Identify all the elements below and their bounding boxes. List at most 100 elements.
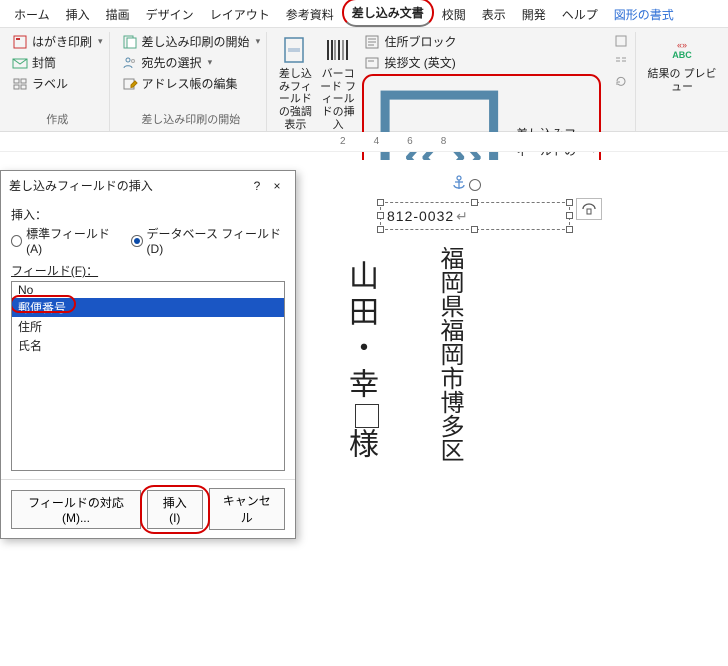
hagaki-print-label: はがき印刷 xyxy=(32,33,92,50)
highlight-fields-icon xyxy=(279,34,311,66)
list-item-postal[interactable]: 郵便番号 xyxy=(12,298,284,317)
radio-database-label: データベース フィールド(D) xyxy=(147,225,285,256)
address-block-icon xyxy=(364,34,380,50)
resize-handle[interactable] xyxy=(377,199,384,206)
insert-button[interactable]: 挿入(I) xyxy=(147,490,203,529)
recipients-icon xyxy=(122,55,138,71)
help-button[interactable]: ? xyxy=(247,179,267,193)
horizontal-ruler[interactable]: 2 4 6 8 xyxy=(0,132,728,152)
update-labels-icon xyxy=(613,73,629,89)
group-write-fields: 差し込みフィールド の強調表示 バーコード フィールドの挿入 住所ブロック 挨拶… xyxy=(273,32,636,131)
preview-results-button[interactable]: «»ABC 結果の プレビュー xyxy=(646,32,718,93)
update-labels-button[interactable] xyxy=(611,72,631,90)
hagaki-icon xyxy=(12,34,28,50)
dialog-titlebar[interactable]: 差し込みフィールドの挿入 ? × xyxy=(1,171,295,200)
radio-address-label: 標準フィールド(A) xyxy=(26,225,117,256)
group-create-caption: 作成 xyxy=(10,109,105,129)
label-icon xyxy=(12,76,28,92)
preview-results-label: 結果の プレビュー xyxy=(646,68,718,93)
fields-list-label: フィールド(F)： xyxy=(11,262,285,279)
radio-unchecked-icon xyxy=(11,235,22,247)
document-canvas[interactable]: 812-0032↵ 福岡県福岡市博多区 山田・幸様 xyxy=(330,160,718,536)
list-item[interactable]: 氏名 xyxy=(12,336,284,355)
barcode-icon xyxy=(322,34,354,66)
tab-insert[interactable]: 挿入 xyxy=(58,2,98,27)
barcode-field-label: バーコード フィールドの挿入 xyxy=(320,68,357,131)
list-item[interactable]: No xyxy=(12,282,284,298)
fields-listbox[interactable]: No 郵便番号 住所 氏名 xyxy=(11,281,285,471)
label-button[interactable]: ラベル xyxy=(10,74,105,93)
tab-draw[interactable]: 描画 xyxy=(98,2,138,27)
tab-design[interactable]: デザイン xyxy=(138,2,202,27)
ruler-tick: 8 xyxy=(441,136,449,147)
name-placeholder-box xyxy=(355,404,379,428)
rotate-handle[interactable] xyxy=(469,179,481,191)
tab-mailings[interactable]: 差し込み文書 xyxy=(342,0,434,27)
name-suffix: 様 xyxy=(344,428,377,464)
group-preview: «»ABC 結果の プレビュー xyxy=(642,32,722,131)
group-start-merge: 差し込み印刷の開始 宛先の選択 アドレス帳の編集 差し込み印刷の開始 xyxy=(116,32,268,131)
greeting-icon xyxy=(364,55,380,71)
group-start-merge-caption: 差し込み印刷の開始 xyxy=(120,109,263,129)
highlight-fields-label: 差し込みフィールド の強調表示 xyxy=(277,68,314,131)
rules-icon xyxy=(613,33,629,49)
resize-handle[interactable] xyxy=(471,199,478,206)
tab-shape-format[interactable]: 図形の書式 xyxy=(606,2,682,27)
envelope-label: 封筒 xyxy=(32,54,56,71)
resize-handle[interactable] xyxy=(377,212,384,219)
edit-list-button[interactable]: アドレス帳の編集 xyxy=(120,74,263,93)
cancel-button[interactable]: キャンセル xyxy=(209,488,285,530)
tab-review[interactable]: 校閲 xyxy=(434,2,474,27)
ruler-tick: 4 xyxy=(374,136,382,147)
ribbon: はがき印刷 封筒 ラベル 作成 差し込み印刷の開始 xyxy=(0,28,728,132)
preview-icon: «»ABC xyxy=(666,34,698,66)
resize-handle[interactable] xyxy=(566,226,573,233)
resize-handle[interactable] xyxy=(566,199,573,206)
match-fields-dialog-button[interactable]: フィールドの対応(M)... xyxy=(11,490,141,529)
ruler-tick: 6 xyxy=(407,136,415,147)
tab-developer[interactable]: 開発 xyxy=(514,2,554,27)
layout-options-button[interactable] xyxy=(576,198,602,220)
group-create: はがき印刷 封筒 ラベル 作成 xyxy=(6,32,110,131)
select-recipients-button[interactable]: 宛先の選択 xyxy=(120,53,263,72)
start-merge-button[interactable]: 差し込み印刷の開始 xyxy=(120,32,263,51)
recipient-name-text[interactable]: 山田・幸様 xyxy=(338,260,382,660)
radio-address-fields[interactable]: 標準フィールド(A) xyxy=(11,225,117,256)
edit-list-label: アドレス帳の編集 xyxy=(142,75,238,92)
radio-database-fields[interactable]: データベース フィールド(D) xyxy=(131,225,285,256)
tab-home[interactable]: ホーム xyxy=(6,2,58,27)
tab-help[interactable]: ヘルプ xyxy=(554,2,606,27)
tab-layout[interactable]: レイアウト xyxy=(202,2,278,27)
match-fields-icon xyxy=(613,53,629,69)
hagaki-print-button[interactable]: はがき印刷 xyxy=(10,32,105,51)
tab-bar: ホーム 挿入 描画 デザイン レイアウト 参考資料 差し込み文書 校閲 表示 開… xyxy=(0,0,728,28)
tab-references[interactable]: 参考資料 xyxy=(278,2,342,27)
insert-merge-field-dialog: 差し込みフィールドの挿入 ? × 挿入： 標準フィールド(A) データベース フ… xyxy=(0,170,296,539)
highlight-fields-button[interactable]: 差し込みフィールド の強調表示 xyxy=(277,32,314,131)
envelope-icon xyxy=(12,55,28,71)
list-item[interactable]: 住所 xyxy=(12,317,284,336)
anchor-icon xyxy=(450,174,468,192)
greeting-line-button[interactable]: 挨拶文 (英文) xyxy=(362,53,601,72)
radio-checked-icon xyxy=(131,235,142,247)
postal-textbox[interactable]: 812-0032↵ xyxy=(380,202,570,230)
resize-handle[interactable] xyxy=(566,212,573,219)
name-prefix: 山田・幸 xyxy=(344,260,377,404)
address-text[interactable]: 福岡県福岡市博多区 xyxy=(432,246,467,666)
insert-type-label: 挿入： xyxy=(11,206,285,223)
match-fields-button[interactable] xyxy=(611,52,631,70)
label-label: ラベル xyxy=(32,75,68,92)
address-block-button[interactable]: 住所ブロック xyxy=(362,32,601,51)
paragraph-mark-icon: ↵ xyxy=(456,208,469,225)
rules-button[interactable] xyxy=(611,32,631,50)
address-block-label: 住所ブロック xyxy=(384,33,456,50)
start-merge-icon xyxy=(122,34,138,50)
edit-list-icon xyxy=(122,76,138,92)
close-button[interactable]: × xyxy=(267,179,287,193)
tab-view[interactable]: 表示 xyxy=(474,2,514,27)
resize-handle[interactable] xyxy=(377,226,384,233)
dialog-title: 差し込みフィールドの挿入 xyxy=(9,177,247,194)
envelope-button[interactable]: 封筒 xyxy=(10,53,105,72)
resize-handle[interactable] xyxy=(471,226,478,233)
barcode-field-button[interactable]: バーコード フィールドの挿入 xyxy=(320,32,357,144)
